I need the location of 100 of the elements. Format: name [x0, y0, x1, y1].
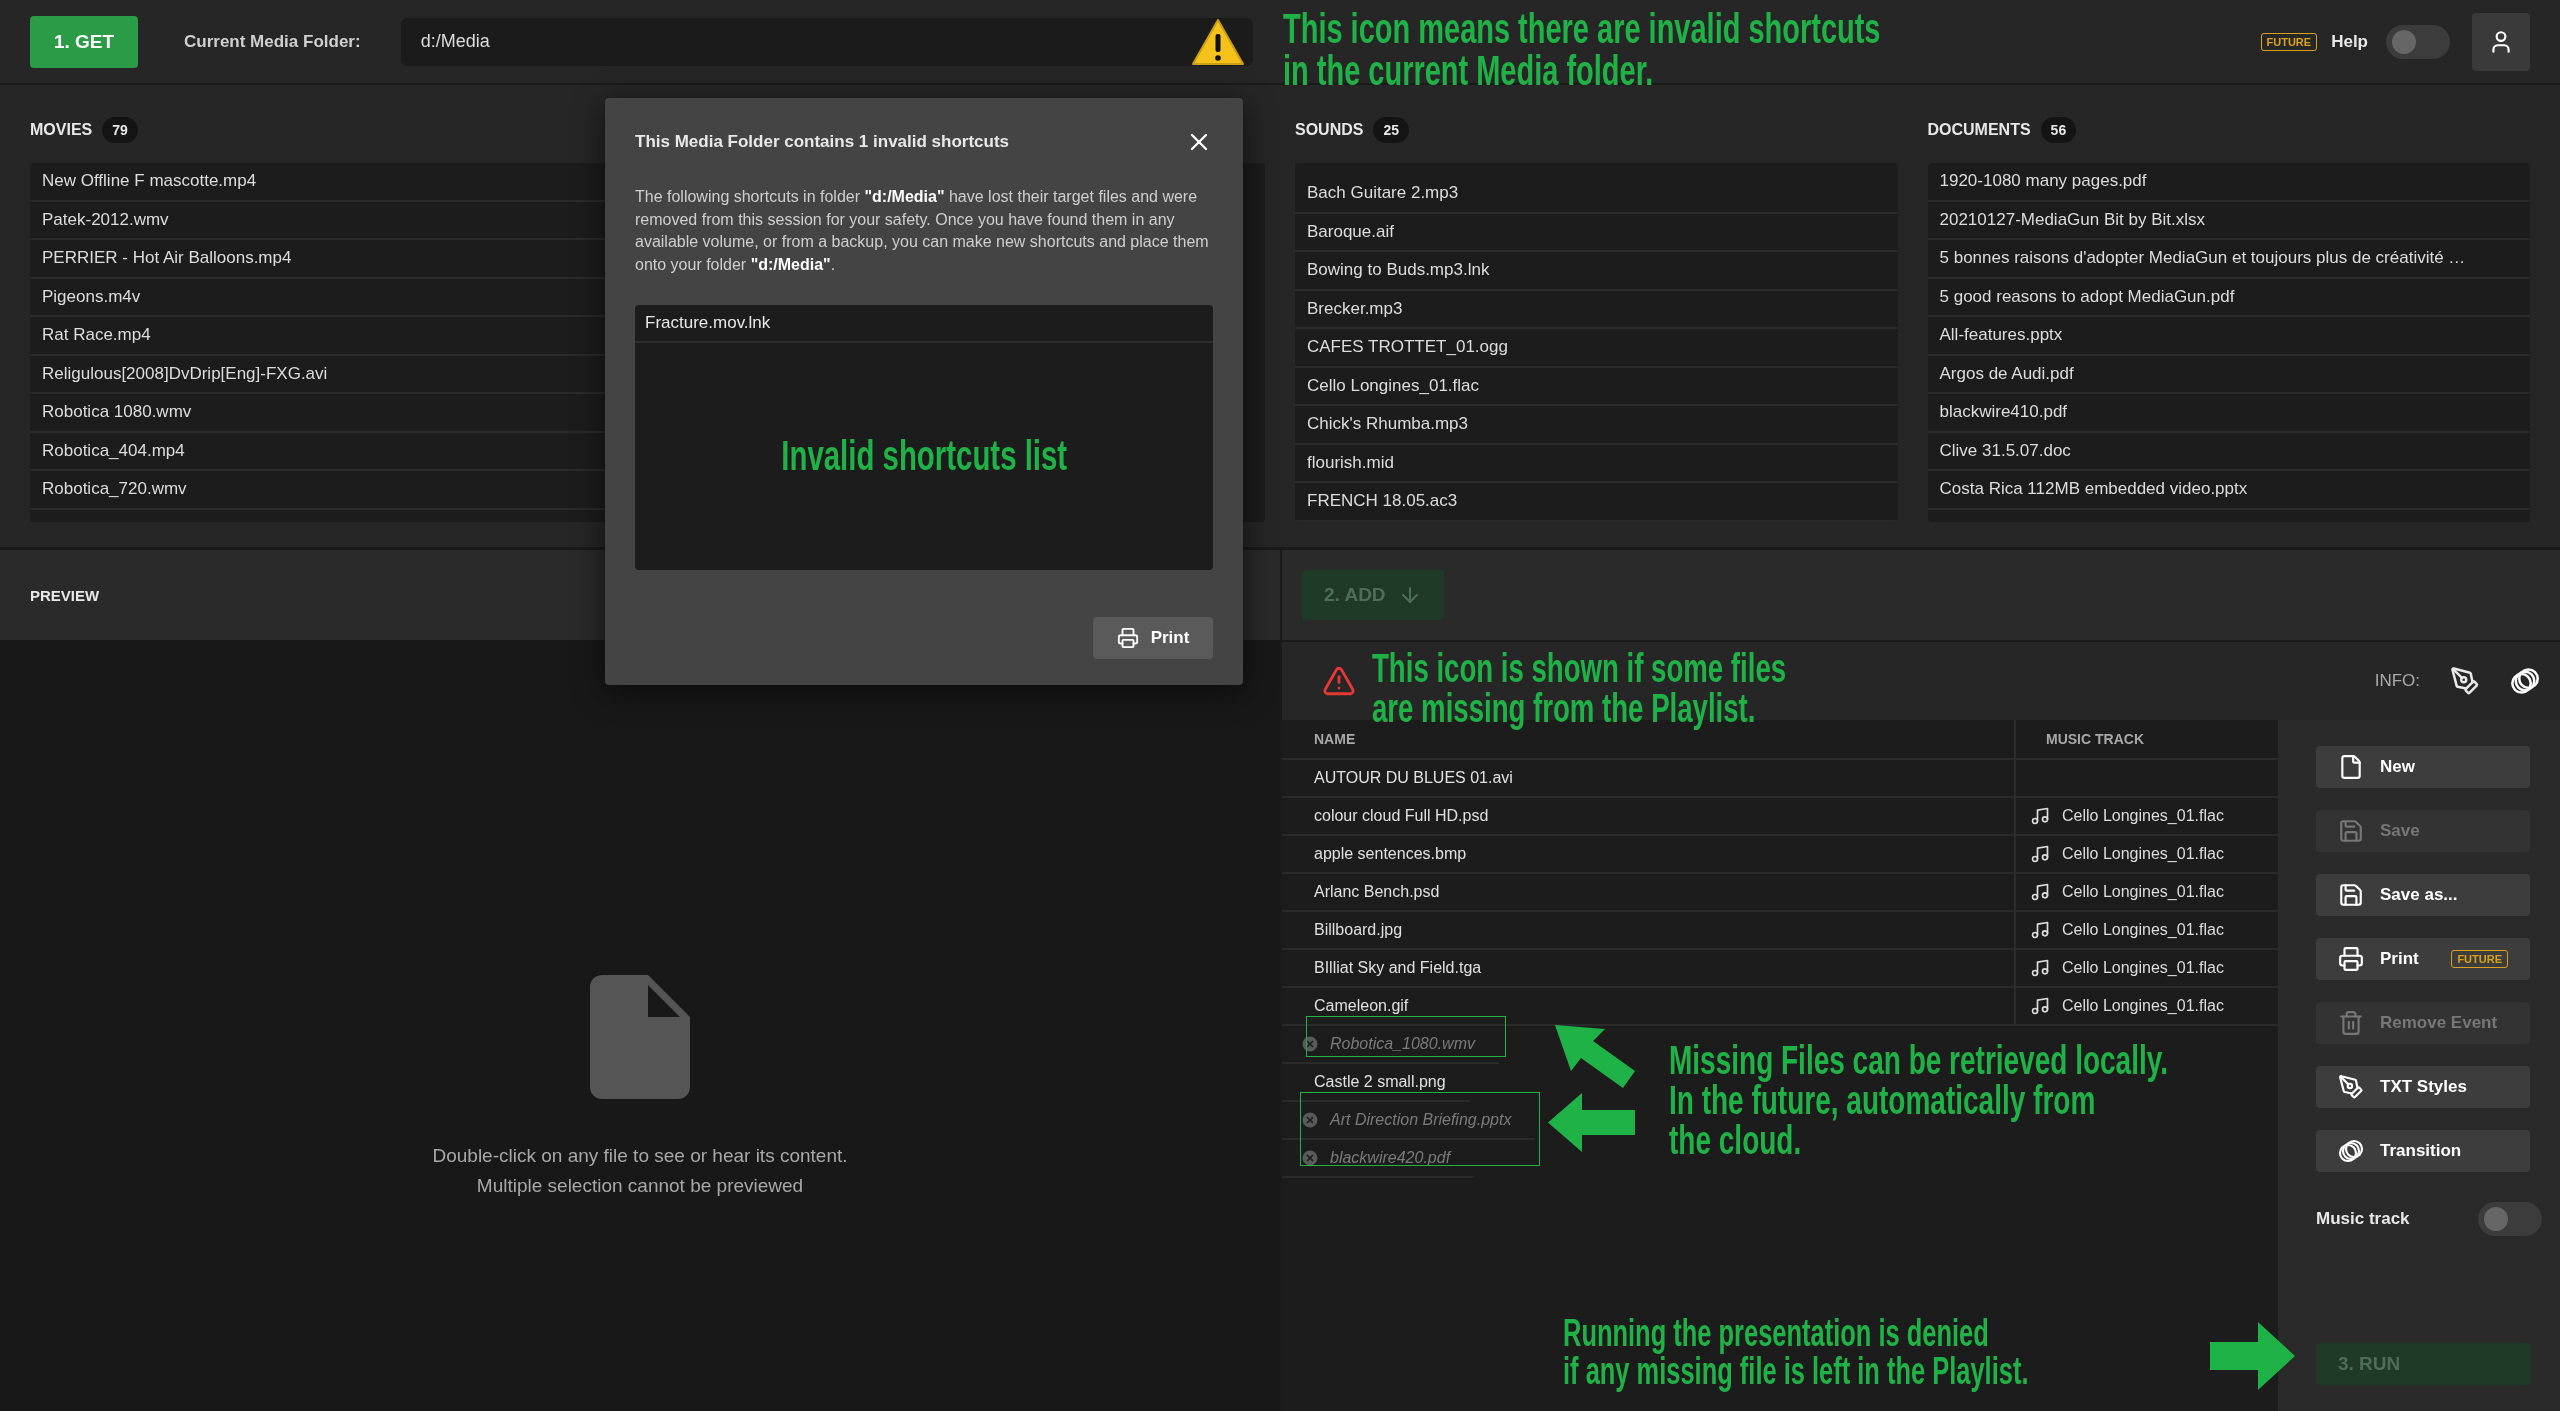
pen-icon: [2338, 1074, 2364, 1100]
annotation-text: Running the presentation is denied if any missing file is left in the Playlist.: [1563, 1314, 2029, 1390]
annotation-text: Missing Files can be retrieved locally. In the future, automatically from the cloud.: [1669, 1040, 2168, 1160]
playlist-row[interactable]: apple sentences.bmp Cello Longines_01.flac: [1282, 836, 2278, 874]
file-item[interactable]: 1920-1080 many pages.pdf: [1927, 163, 2530, 202]
document-icon: [590, 974, 690, 1099]
music-track-name: Cello Longines_01.flac: [2062, 997, 2224, 1015]
missing-icon: [1300, 1034, 1320, 1054]
file-item[interactable]: Bach Guitare 2.mp3: [1295, 175, 1898, 214]
music-note-icon: [2030, 806, 2050, 826]
music-track-label: Music track: [2316, 1209, 2410, 1229]
missing-playlist-row[interactable]: blackwire420.pdf: [1282, 1140, 1475, 1178]
file-name: BIlliat Sky and Field.tga: [1314, 959, 1482, 977]
playlist-row[interactable]: Arlanc Bench.psd Cello Longines_01.flac: [1282, 874, 2278, 912]
file-item[interactable]: FRENCH 18.05.ac3: [1295, 483, 1898, 522]
music-track-toggle[interactable]: [2478, 1202, 2542, 1236]
preview-message: Double-click on any file to see or hear its content.: [432, 1144, 848, 1167]
playlist-row[interactable]: BIlliat Sky and Field.tga Cello Longines_01.flac: [1282, 950, 2278, 988]
music-note-icon: [2030, 844, 2050, 864]
file-name: Art Direction Briefing.pptx: [1330, 1111, 1512, 1129]
annotation-text: This icon is shown if some files are missing from the Playlist.: [1372, 648, 1787, 728]
file-item[interactable]: All-features.pptx: [1927, 317, 2530, 356]
file-item[interactable]: Bowing to Buds.mp3.lnk: [1295, 252, 1898, 291]
file-item[interactable]: 5 bonnes raisons d'adopter MediaGun et toujours plus de créativité …: [1927, 240, 2530, 279]
rings-icon: [2510, 666, 2540, 696]
future-badge: FUTURE: [2260, 32, 2318, 51]
action-button[interactable]: TXT Styles: [2316, 1066, 2530, 1108]
file-item[interactable]: blackwire410.pdf: [1927, 394, 2530, 433]
save-icon: [2338, 818, 2364, 844]
user-button[interactable]: [2472, 12, 2530, 71]
printer-icon: [2338, 946, 2364, 972]
music-track-name: Cello Longines_01.flac: [2062, 883, 2224, 901]
file-name: Castle 2 small.png: [1314, 1073, 1446, 1091]
column-header: NAME: [1313, 730, 1357, 749]
folder-label: Current Media Folder:: [184, 31, 361, 52]
annotation-text: Invalid shortcuts list: [781, 432, 1067, 481]
missing-playlist-row[interactable]: Art Direction Briefing.pptx: [1282, 1102, 1536, 1140]
count-badge: 25: [1373, 117, 1410, 143]
file-item[interactable]: Cello Longines_01.flac: [1295, 367, 1898, 406]
preview-title: PREVIEW: [30, 586, 100, 604]
playlist-row[interactable]: Cameleon.gif Cello Longines_01.flac: [1282, 988, 2278, 1026]
file-name: Robotica_1080.wmv: [1330, 1035, 1475, 1053]
file-item[interactable]: Chick's Rhumba.mp3: [1295, 406, 1898, 445]
get-button[interactable]: 1. GET: [30, 15, 138, 68]
playlist-row[interactable]: colour cloud Full HD.psd Cello Longines_01.flac: [1282, 798, 2278, 836]
file-item[interactable]: Brecker.mp3: [1295, 290, 1898, 329]
printer-icon: [1116, 627, 1139, 649]
music-note-icon: [2030, 996, 2050, 1016]
music-track-name: Cello Longines_01.flac: [2062, 921, 2224, 939]
future-badge: FUTURE: [2451, 950, 2508, 968]
file-name: Arlanc Bench.psd: [1314, 883, 1440, 901]
dialog-title: This Media Folder contains 1 invalid shortcuts: [635, 132, 1010, 152]
file-name: Cameleon.gif: [1314, 997, 1409, 1015]
music-track-name: Cello Longines_01.flac: [2062, 959, 2224, 977]
action-button[interactable]: Transition: [2316, 1130, 2530, 1172]
file-name: apple sentences.bmp: [1314, 845, 1467, 863]
music-track-name: Cello Longines_01.flac: [2062, 807, 2224, 825]
file-item[interactable]: Clive 31.5.07.doc: [1927, 432, 2530, 471]
preview-message: Multiple selection cannot be previewed: [476, 1174, 804, 1197]
playlist-row[interactable]: AUTOUR DU BLUES 01.avi: [1282, 760, 2278, 798]
file-name: AUTOUR DU BLUES 01.avi: [1314, 769, 1513, 787]
file-item[interactable]: Argos de Audi.pdf: [1927, 355, 2530, 394]
missing-icon: [1300, 1110, 1320, 1130]
file-item[interactable]: Baroque.aif: [1295, 213, 1898, 252]
music-note-icon: [2030, 958, 2050, 978]
playlist-row[interactable]: Castle 2 small.png: [1282, 1064, 1470, 1102]
file-item[interactable]: 5 good reasons to adopt MediaGun.pdf: [1927, 278, 2530, 317]
count-badge: 56: [2040, 117, 2077, 143]
shortcut-item[interactable]: Fracture.mov.lnk: [635, 304, 1213, 343]
dialog-message: The following shortcuts in folder "d:/Media" have lost their target files and were removed from this session for your safety. Once you have found them in any available volume, or from a backup, you can make new shortcuts and place them onto your folder "d:/Media".: [635, 187, 1210, 276]
file-icon: [2338, 754, 2364, 780]
folder-path-field[interactable]: d:/Media: [400, 17, 1253, 66]
file-name: colour cloud Full HD.psd: [1314, 807, 1489, 825]
count-badge: 79: [102, 117, 138, 143]
column-title: MOVIES: [30, 121, 93, 139]
action-button[interactable]: New: [2316, 746, 2530, 788]
column-title: DOCUMENTS: [1927, 121, 2031, 139]
rings-icon: [2338, 1138, 2364, 1164]
file-name: blackwire420.pdf: [1330, 1149, 1451, 1167]
playlist-row[interactable]: Billboard.jpg Cello Longines_01.flac: [1282, 912, 2278, 950]
music-note-icon: [2030, 920, 2050, 940]
help-label: Help: [2331, 31, 2368, 52]
pen-icon[interactable]: [2450, 666, 2480, 696]
column-title: SOUNDS: [1295, 121, 1364, 139]
trash-icon: [2338, 1010, 2364, 1036]
file-item[interactable]: Costa Rica 112MB embedded video.pptx: [1927, 471, 2530, 510]
help-toggle[interactable]: [2386, 24, 2450, 59]
info-label: INFO:: [2374, 671, 2420, 691]
print-button[interactable]: Print: [1093, 617, 1213, 659]
missing-playlist-row[interactable]: Robotica_1080.wmv: [1282, 1026, 1499, 1064]
file-item[interactable]: CAFES TROTTET_01.ogg: [1295, 329, 1898, 368]
file-item[interactable]: flourish.mid: [1295, 444, 1898, 483]
music-track-name: Cello Longines_01.flac: [2062, 845, 2224, 863]
music-note-icon: [2030, 882, 2050, 902]
action-button[interactable]: Save as...: [2316, 874, 2530, 916]
save-icon: [2338, 882, 2364, 908]
annotation-text: This icon means there are invalid shortcuts in the current Media folder.: [1283, 8, 1881, 92]
file-name: Billboard.jpg: [1314, 921, 1403, 939]
file-item[interactable]: 20210127-MediaGun Bit by Bit.xlsx: [1927, 201, 2530, 240]
action-button[interactable]: Print FUTURE: [2316, 938, 2530, 980]
